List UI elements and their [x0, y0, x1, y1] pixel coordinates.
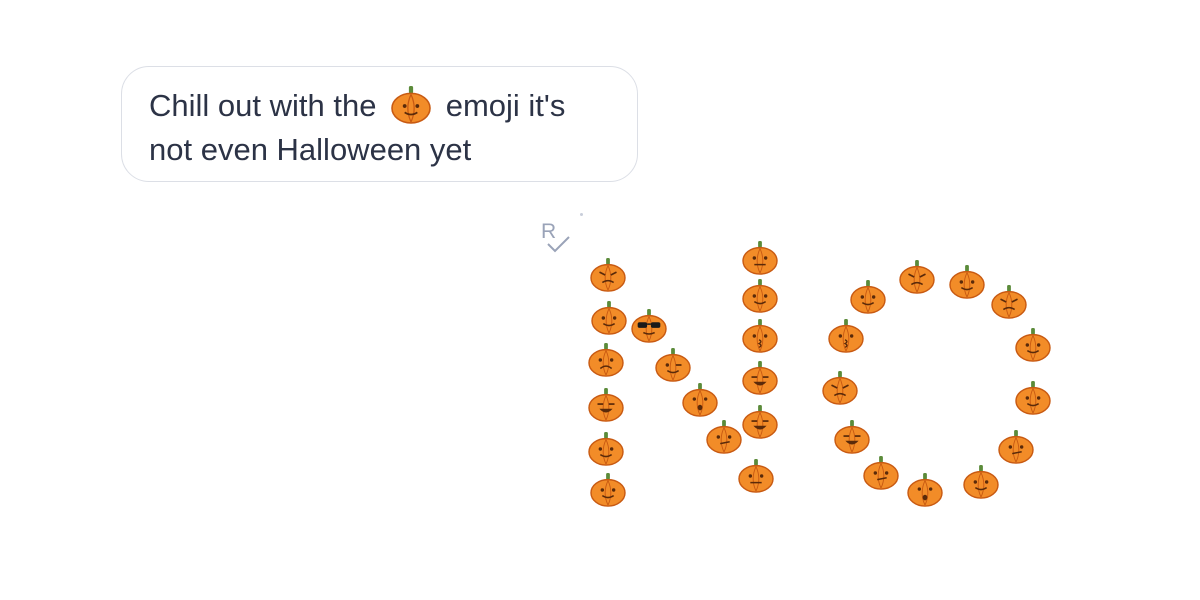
- pumpkin-icon: [588, 432, 624, 466]
- pumpkin-icon: [655, 348, 691, 382]
- pumpkin-icon: [590, 473, 626, 507]
- pumpkin-icon: [899, 260, 935, 294]
- pumpkin-icon: [742, 241, 778, 275]
- pumpkin-icon: [834, 420, 870, 454]
- message-text-part: emoji it's: [445, 88, 566, 123]
- pumpkin-icon: [742, 361, 778, 395]
- pumpkin-icon: [828, 319, 864, 353]
- message-text-line: not even Halloween yet: [149, 132, 472, 167]
- pumpkin-icon: [991, 285, 1027, 319]
- pumpkin-icon: [682, 383, 718, 417]
- pumpkin-icon: [706, 420, 742, 454]
- pumpkin-icon: [850, 280, 886, 314]
- pumpkin-icon: [863, 456, 899, 490]
- pumpkin-icon: [742, 405, 778, 439]
- pumpkin-icon: [588, 388, 624, 422]
- pumpkin-icon: [1015, 381, 1051, 415]
- pumpkin-icon: [590, 258, 626, 292]
- pumpkin-icon: [631, 309, 667, 343]
- pumpkin-icon: [949, 265, 985, 299]
- pumpkin-icon: [822, 371, 858, 405]
- pumpkin-icon: [742, 319, 778, 353]
- pumpkin-icon: [591, 301, 627, 335]
- message-text-part: Chill out with the: [149, 88, 377, 123]
- pumpkin-icon: [588, 343, 624, 377]
- pumpkin-icon: [998, 430, 1034, 464]
- checkmark-icon: [547, 236, 570, 253]
- pumpkin-icon: [391, 86, 431, 124]
- pumpkin-icon: [738, 459, 774, 493]
- pumpkin-icon: [907, 473, 943, 507]
- pumpkin-icon: [963, 465, 999, 499]
- pumpkin-icon: [742, 279, 778, 313]
- status-dot: [580, 213, 583, 216]
- read-receipt: R: [538, 213, 583, 260]
- incoming-message-bubble: Chill out with the emoji it's not even H…: [121, 66, 638, 182]
- pumpkin-icon: [1015, 328, 1051, 362]
